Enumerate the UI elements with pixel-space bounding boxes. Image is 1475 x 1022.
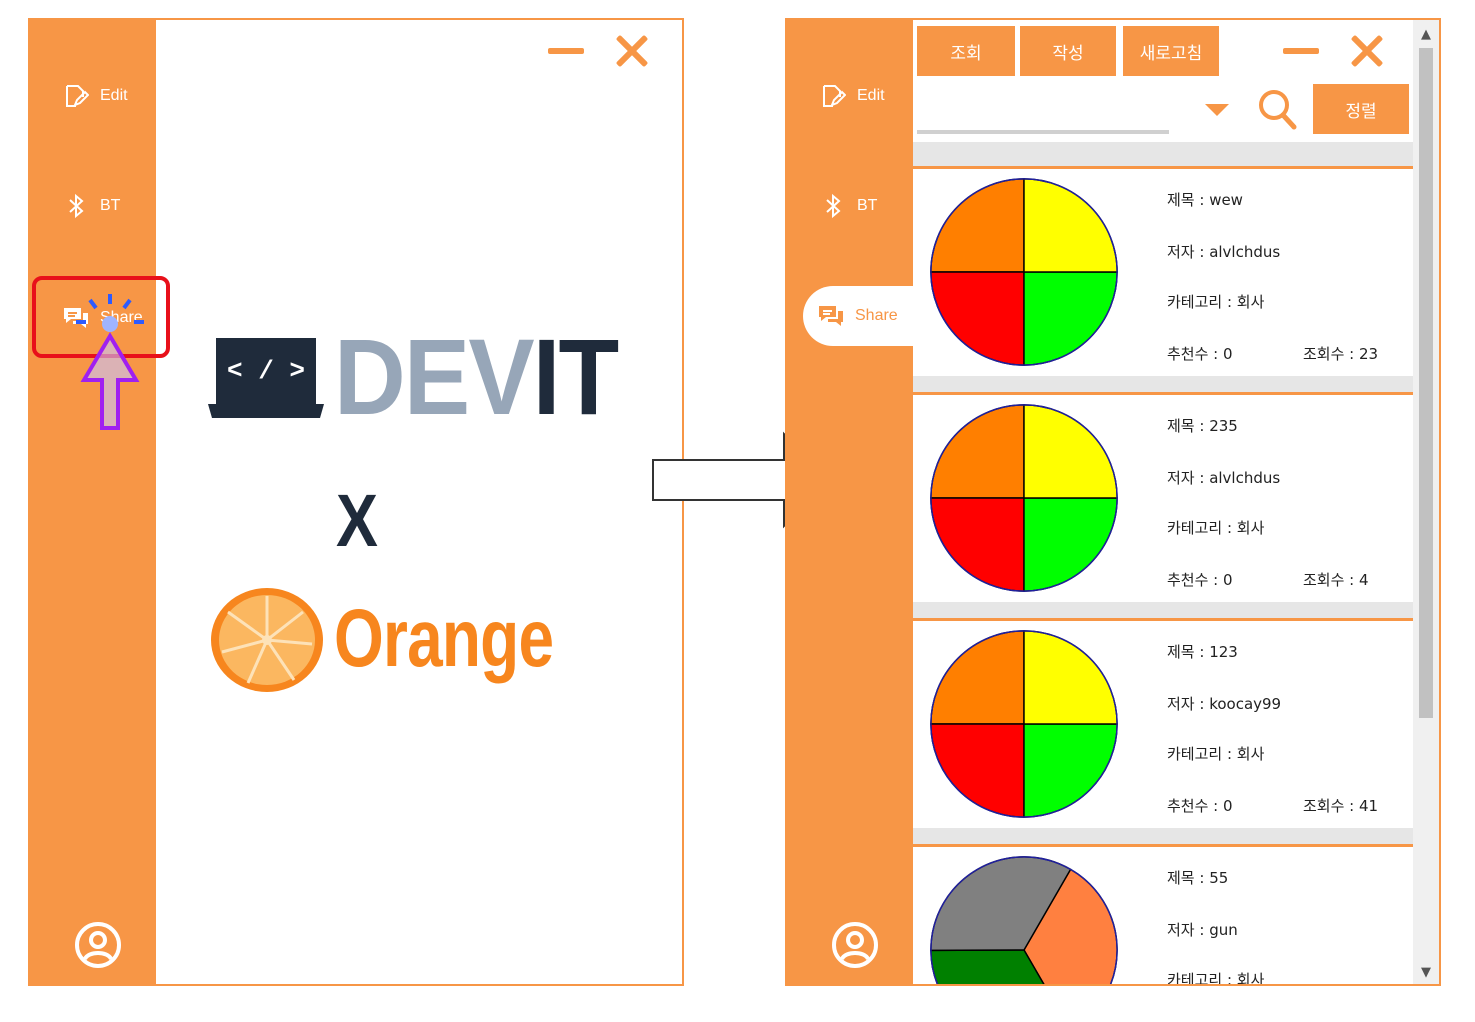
close-button[interactable] [614, 34, 648, 68]
pie-slice [1023, 404, 1118, 499]
screenshot-stage: Edit BT Share < / > DEVIT X Orange Edit … [0, 0, 1475, 1022]
bluetooth-icon [62, 192, 90, 220]
share-window: Edit BT Share 조회 작성 새로고침 정렬 제목: wew 저자 … [785, 18, 1441, 986]
scrollbar[interactable]: ▲ ▼ [1413, 20, 1439, 984]
pie-slice [930, 497, 1025, 592]
bluetooth-icon [819, 192, 847, 220]
pie-slice [930, 723, 1025, 818]
post-card[interactable]: 제목 : wew 저자 : alvlchdus 카테고리 : 회사추천수 : 0 조회… [913, 166, 1415, 376]
write-button[interactable]: 작성 [1020, 26, 1116, 76]
click-cursor-icon [76, 294, 144, 430]
post-likes: 추천수 : 0 [1167, 345, 1233, 363]
sort-button[interactable]: 정렬 [1313, 84, 1409, 134]
chevron-up-icon[interactable]: ▲ [1413, 20, 1439, 48]
sidebar-item-edit[interactable]: Edit [787, 66, 913, 126]
minimize-button[interactable] [1283, 48, 1319, 54]
post-views: 조회수 : 41 [1303, 797, 1379, 815]
post-category: 카테고리 : 회사 [1167, 519, 1265, 537]
post-author: 저자 : gun [1167, 921, 1238, 939]
sidebar-item-edit[interactable]: Edit [30, 66, 156, 126]
post-card[interactable]: 제목 : 123 저자 : koocay99 카테고리 : 회사추천수 : 0 조회수… [913, 618, 1415, 828]
pie-slice [930, 178, 1025, 273]
view-button[interactable]: 조회 [917, 26, 1015, 76]
post-pie-chart [930, 178, 1118, 366]
orange-wordmark: Orange [334, 593, 554, 684]
post-author: 저자 : koocay99 [1167, 695, 1282, 713]
post-title: 제목 : 55 [1167, 869, 1229, 887]
post-card[interactable]: 제목 : 55 저자 : gun 카테고리 : 회사 [913, 844, 1415, 986]
laptop-code-text: < / > [227, 356, 305, 386]
sidebar-item-share[interactable]: Share [803, 286, 915, 346]
chevron-down-icon[interactable]: ▼ [1413, 958, 1439, 984]
sidebar-item-label: BT [100, 197, 121, 214]
minimize-button[interactable] [548, 48, 584, 54]
scroll-thumb[interactable] [1419, 48, 1433, 718]
sidebar: Edit BT Share [787, 20, 915, 984]
post-card[interactable]: 제목 : 235 저자 : alvlchdus 카테고리 : 회사추천수 : 0 조회… [913, 392, 1415, 602]
chevron-down-icon[interactable] [1205, 104, 1229, 116]
sidebar-item-label: Edit [100, 87, 128, 104]
post-author: 저자 : alvlchdus [1167, 243, 1281, 261]
sidebar-item-bt[interactable]: BT [30, 176, 156, 236]
pie-slice [930, 271, 1025, 366]
post-list: 제목 : wew 저자 : alvlchdus 카테고리 : 회사 추천수 : 0 조회… [913, 142, 1415, 986]
profile-icon[interactable] [830, 920, 880, 970]
post-likes: 추천수 : 0 [1167, 571, 1233, 589]
pie-slice [1023, 497, 1118, 592]
post-views: 조회수 : 23 [1303, 345, 1379, 363]
window-controls [1283, 34, 1383, 68]
post-likes: 추천수 : 0 [1167, 797, 1233, 815]
post-title: 제목 : 123 [1167, 643, 1238, 661]
close-button[interactable] [1349, 34, 1383, 68]
pie-slice [1023, 271, 1118, 366]
search-input[interactable] [917, 130, 1169, 134]
collab-x: X [336, 479, 378, 562]
orange-slice-icon [211, 588, 323, 692]
edit-icon [62, 82, 90, 110]
post-category: 카테고리 : 회사 [1167, 293, 1265, 311]
devit-word-part2: IT [532, 316, 619, 437]
devit-wordmark: DEVIT [334, 323, 619, 431]
devit-logo: < / > DEVIT [206, 323, 636, 431]
pie-slice [1023, 723, 1118, 818]
devit-word-part1: DEV [334, 316, 535, 437]
sidebar-item-label: BT [857, 197, 878, 214]
sidebar-item-label: Share [855, 307, 898, 324]
post-category: 카테고리 : 회사 [1167, 745, 1265, 763]
pie-slice [930, 404, 1025, 499]
window-controls [548, 34, 648, 68]
post-title: 제목 : wew [1167, 191, 1243, 209]
post-pie-chart [930, 630, 1118, 818]
pie-slice [1023, 630, 1118, 725]
search-icon[interactable] [1257, 88, 1297, 130]
post-category: 카테고리 : 회사 [1167, 971, 1265, 986]
pie-slice [1023, 178, 1118, 273]
chat-icon [817, 302, 845, 330]
profile-icon[interactable] [73, 920, 123, 970]
post-author: 저자 : alvlchdus [1167, 469, 1281, 487]
sidebar-item-label: Edit [857, 87, 885, 104]
post-title: 제목 : 235 [1167, 417, 1238, 435]
pie-slice [930, 630, 1025, 725]
sidebar-item-bt[interactable]: BT [787, 176, 913, 236]
refresh-button[interactable]: 새로고침 [1123, 26, 1219, 76]
laptop-icon: < / > [208, 338, 324, 418]
splash-window: Edit BT Share < / > DEVIT X Orange [28, 18, 684, 986]
post-pie-chart [930, 856, 1118, 984]
post-views: 조회수 : 4 [1303, 571, 1369, 589]
edit-icon [819, 82, 847, 110]
post-pie-chart [930, 404, 1118, 592]
